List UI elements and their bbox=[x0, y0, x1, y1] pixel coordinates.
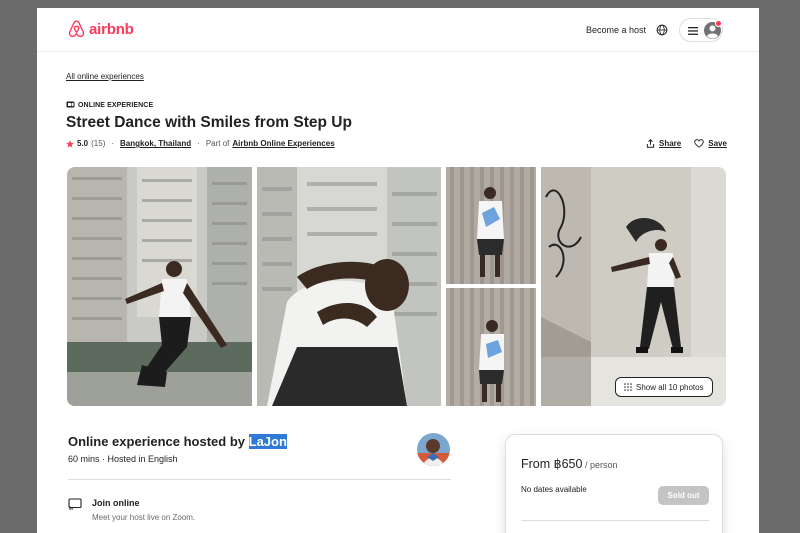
join-online-subtitle: Meet your host live on Zoom. bbox=[92, 513, 196, 522]
rating-value: 5.0 bbox=[77, 139, 89, 148]
meta-separator: · bbox=[197, 139, 200, 148]
join-online-title: Join online bbox=[92, 498, 140, 508]
brand-name: airbnb bbox=[89, 20, 134, 38]
heart-icon bbox=[694, 139, 704, 148]
gallery-photo[interactable] bbox=[541, 167, 726, 406]
listing-meta: 5.0 (15) · Bangkok, Thailand · Part of A… bbox=[66, 139, 335, 148]
availability-status: No dates available bbox=[521, 485, 587, 494]
gallery-photo[interactable] bbox=[446, 288, 536, 406]
meta-separator: · bbox=[111, 139, 115, 148]
share-label: Share bbox=[659, 139, 682, 148]
show-all-photos-button[interactable]: Show all 10 photos bbox=[615, 377, 713, 397]
page: airbnb Become a host All online experien… bbox=[37, 8, 759, 533]
gallery-photo[interactable] bbox=[446, 167, 536, 284]
save-button[interactable]: Save bbox=[694, 139, 727, 148]
become-host-link[interactable]: Become a host bbox=[586, 25, 646, 35]
star-icon bbox=[66, 139, 74, 148]
part-of-label: Part of bbox=[205, 139, 230, 148]
show-all-label: Show all 10 photos bbox=[636, 382, 704, 392]
card-divider bbox=[521, 520, 709, 521]
price-label: From ฿650 / person bbox=[521, 456, 617, 471]
share-icon bbox=[646, 139, 655, 148]
location-link[interactable]: Bangkok, Thailand bbox=[120, 139, 191, 148]
gallery-photo[interactable] bbox=[67, 167, 252, 406]
user-menu-button[interactable] bbox=[679, 18, 723, 42]
host-avatar[interactable] bbox=[417, 433, 450, 466]
photo-dancer-closeup bbox=[257, 167, 441, 406]
booking-card: From ฿650 / person No dates available So… bbox=[505, 434, 723, 533]
gallery-photo[interactable] bbox=[257, 167, 441, 406]
host-details: 60 mins · Hosted in English bbox=[68, 454, 178, 464]
price-unit: / person bbox=[582, 460, 618, 470]
save-label: Save bbox=[708, 139, 727, 148]
photo-dancer-curtain-pose bbox=[446, 288, 536, 406]
collection-link[interactable]: Airbnb Online Experiences bbox=[232, 139, 334, 148]
photo-dancer-apartments bbox=[67, 167, 252, 406]
page-title: Street Dance with Smiles from Step Up bbox=[66, 114, 352, 131]
badge-label: ONLINE EXPERIENCE bbox=[78, 101, 154, 109]
price-value: From ฿650 bbox=[521, 457, 583, 471]
share-button[interactable]: Share bbox=[646, 139, 681, 148]
photo-dancer-curtain-standing bbox=[446, 167, 536, 284]
host-heading-prefix: Online experience hosted by bbox=[68, 434, 249, 449]
host-heading: Online experience hosted by LaJon bbox=[68, 434, 287, 449]
sold-out-button[interactable]: Sold out bbox=[658, 486, 709, 505]
hamburger-menu-icon bbox=[688, 27, 698, 35]
host-avatar-image bbox=[417, 433, 450, 466]
section-divider bbox=[68, 479, 451, 480]
review-count: (15) bbox=[91, 139, 106, 148]
airbnb-logo-icon bbox=[68, 20, 85, 38]
photo-dancer-graffiti-wall bbox=[541, 167, 726, 406]
cast-screen-icon bbox=[68, 498, 82, 510]
online-experience-icon bbox=[66, 101, 75, 108]
airbnb-logo[interactable]: airbnb bbox=[68, 20, 134, 38]
host-name: LaJon bbox=[248, 434, 287, 449]
globe-icon[interactable] bbox=[656, 24, 668, 36]
breadcrumb-link[interactable]: All online experiences bbox=[66, 72, 144, 81]
experience-type-badge: ONLINE EXPERIENCE bbox=[66, 101, 153, 109]
listing-actions: Share Save bbox=[646, 139, 727, 148]
grid-dots-icon bbox=[624, 383, 632, 391]
notification-dot bbox=[715, 20, 722, 27]
top-nav: airbnb Become a host bbox=[37, 8, 759, 52]
